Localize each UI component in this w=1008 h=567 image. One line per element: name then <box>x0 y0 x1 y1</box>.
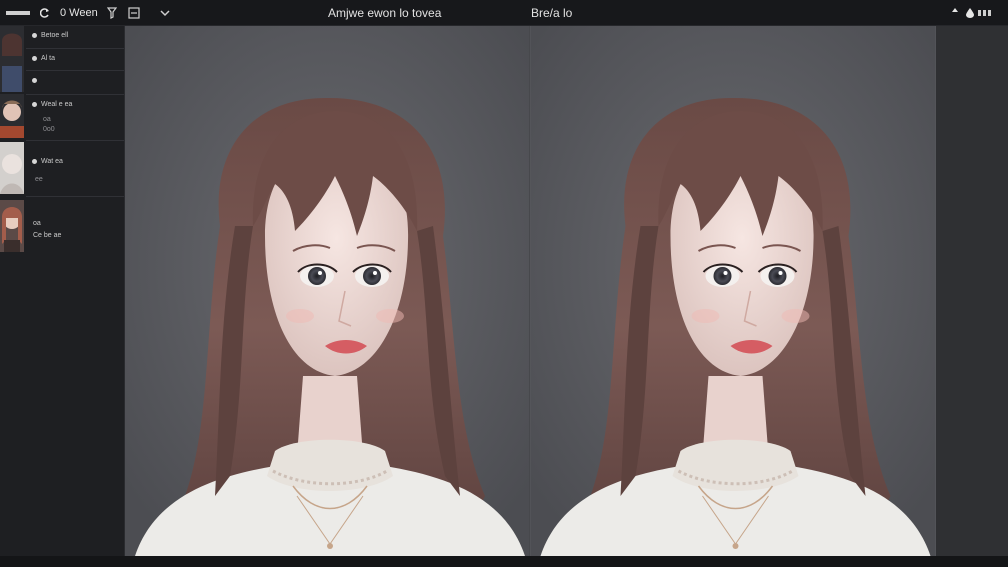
divider <box>26 196 124 197</box>
left-pane-title: Amjwe ewon lo tovea <box>328 6 442 20</box>
portrait-image <box>125 26 530 556</box>
bars-icon[interactable] <box>978 0 992 26</box>
sidebar-item[interactable]: Wat ea ee <box>0 140 125 196</box>
sidebar-item-label: oa <box>33 220 41 227</box>
top-toolbar: 0 Ween Amjwe ewon lo tovea Bre/a lo <box>0 0 1008 26</box>
status-dot-icon <box>32 102 37 107</box>
sidebar-item-label: Al ta <box>41 55 56 62</box>
chevron-down-icon[interactable] <box>160 0 170 26</box>
sidebar-item-label: Weal e ea <box>41 101 73 108</box>
sidebar-item-meta: oa <box>43 116 51 123</box>
drop-icon[interactable] <box>966 0 974 26</box>
sidebar-item[interactable]: oa Ce be ae <box>0 198 125 254</box>
status-dot-icon <box>32 33 37 38</box>
status-dot-icon <box>32 159 37 164</box>
right-pane-title: Bre/a lo <box>531 6 573 20</box>
sidebar-item-meta: 0o0 <box>43 126 55 133</box>
right-panel <box>936 26 1008 556</box>
sidebar-item[interactable] <box>0 70 125 94</box>
layout-icon[interactable] <box>128 0 140 26</box>
refresh-icon[interactable] <box>40 0 50 26</box>
status-dot-icon <box>32 78 37 83</box>
thumbnail <box>0 94 24 138</box>
sidebar-item[interactable]: Al ta <box>0 48 125 70</box>
sidebar-item-meta: Ce be ae <box>33 232 62 239</box>
filter-icon[interactable] <box>107 0 117 26</box>
thumbnail <box>0 200 24 252</box>
result-image-pane[interactable] <box>530 26 936 556</box>
sidebar-item-label: Wat ea <box>41 158 63 165</box>
sidebar: Betoe ell Al ta Weal e ea oa 0o0 Wat ea … <box>0 26 125 556</box>
status-bar <box>0 556 1008 567</box>
view-label[interactable]: 0 Ween <box>60 0 98 26</box>
sidebar-item[interactable]: Weal e ea oa 0o0 <box>0 94 125 140</box>
status-dot-icon <box>32 56 37 61</box>
original-image-pane[interactable] <box>125 26 530 556</box>
menu-icon[interactable] <box>6 0 30 26</box>
thumbnail <box>0 142 24 194</box>
sidebar-item[interactable]: Betoe ell <box>0 26 125 92</box>
sidebar-item-meta: ee <box>35 176 43 183</box>
sidebar-item-label: Betoe ell <box>41 32 69 39</box>
portrait-image <box>530 26 936 556</box>
pin-icon[interactable] <box>950 0 960 26</box>
